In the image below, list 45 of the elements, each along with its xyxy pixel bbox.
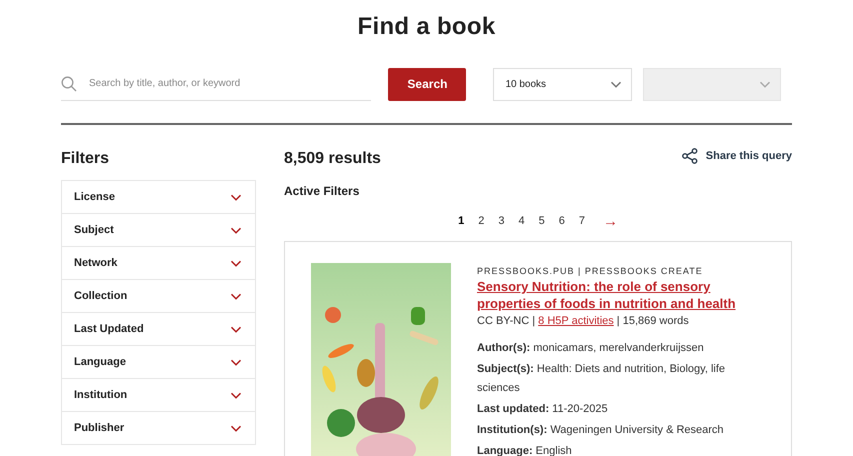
book-source: PRESSBOOKS.PUB | PRESSBOOKS CREATE [477,266,704,276]
book-detail: Author(s): monicamars, merelvanderkruijssen [477,341,705,356]
chevron-icon [608,80,623,88]
filters-heading: Filters [61,149,110,169]
page-link[interactable]: 2 [478,215,484,227]
filter-item[interactable]: Subject [62,214,255,247]
filter-item[interactable]: Publisher [62,412,255,445]
page-link[interactable]: 5 [538,215,545,227]
results-count: 8,509 results [284,150,381,168]
page-link[interactable]: 4 [518,215,525,227]
page-link[interactable]: 6 [558,215,565,227]
search-button[interactable]: Search [388,68,466,100]
book-title-link[interactable]: Sensory Nutrition: the role of sensory properties of foods in nutrition and health [477,278,765,312]
chevron-icon [229,390,243,400]
share-link[interactable]: Share this query [682,148,792,164]
activities-link[interactable]: 8 H5P activities [538,315,614,327]
filter-item[interactable]: License [62,181,255,214]
page-link[interactable]: 3 [498,215,504,227]
search-field[interactable]: Search by title, author, or keyword [87,77,372,90]
filter-item[interactable]: Institution [62,379,255,412]
chevron-icon [229,226,243,234]
dropdown[interactable]: 10 books [493,68,632,100]
chevron-icon [229,324,243,334]
book-detail: Institution(s): Wageningen University & Research [477,423,725,438]
next-page-link[interactable]: → [602,212,618,230]
chevron-icon [229,192,243,202]
page-link[interactable]: 1 [458,215,464,227]
page-title: Find a book [356,12,496,42]
share-icon [682,148,698,164]
book-detail: Subject(s): Health: Diets and nutrition, Biology, life sciences [477,362,726,396]
chevron-icon [758,80,772,88]
book-detail: Last updated: 11-20-2025 [477,402,609,417]
chevron-icon [229,424,243,432]
filter-item[interactable]: Network [62,247,255,280]
book-detail: Language: English [477,444,573,456]
search-icon [61,76,77,92]
page-link[interactable]: 7 [578,215,585,227]
chevron-icon [229,292,243,300]
filter-item[interactable]: Collection [62,280,255,313]
filter-item[interactable]: Last Updated [62,313,255,346]
chevron-icon [229,258,243,268]
active-filters-heading: Active Filters [284,184,360,200]
book-meta: CC BY-NC | 8 H5P activities | 15,869 words [477,315,690,327]
filter-item[interactable]: Language [62,346,255,379]
chevron-icon [229,358,243,366]
